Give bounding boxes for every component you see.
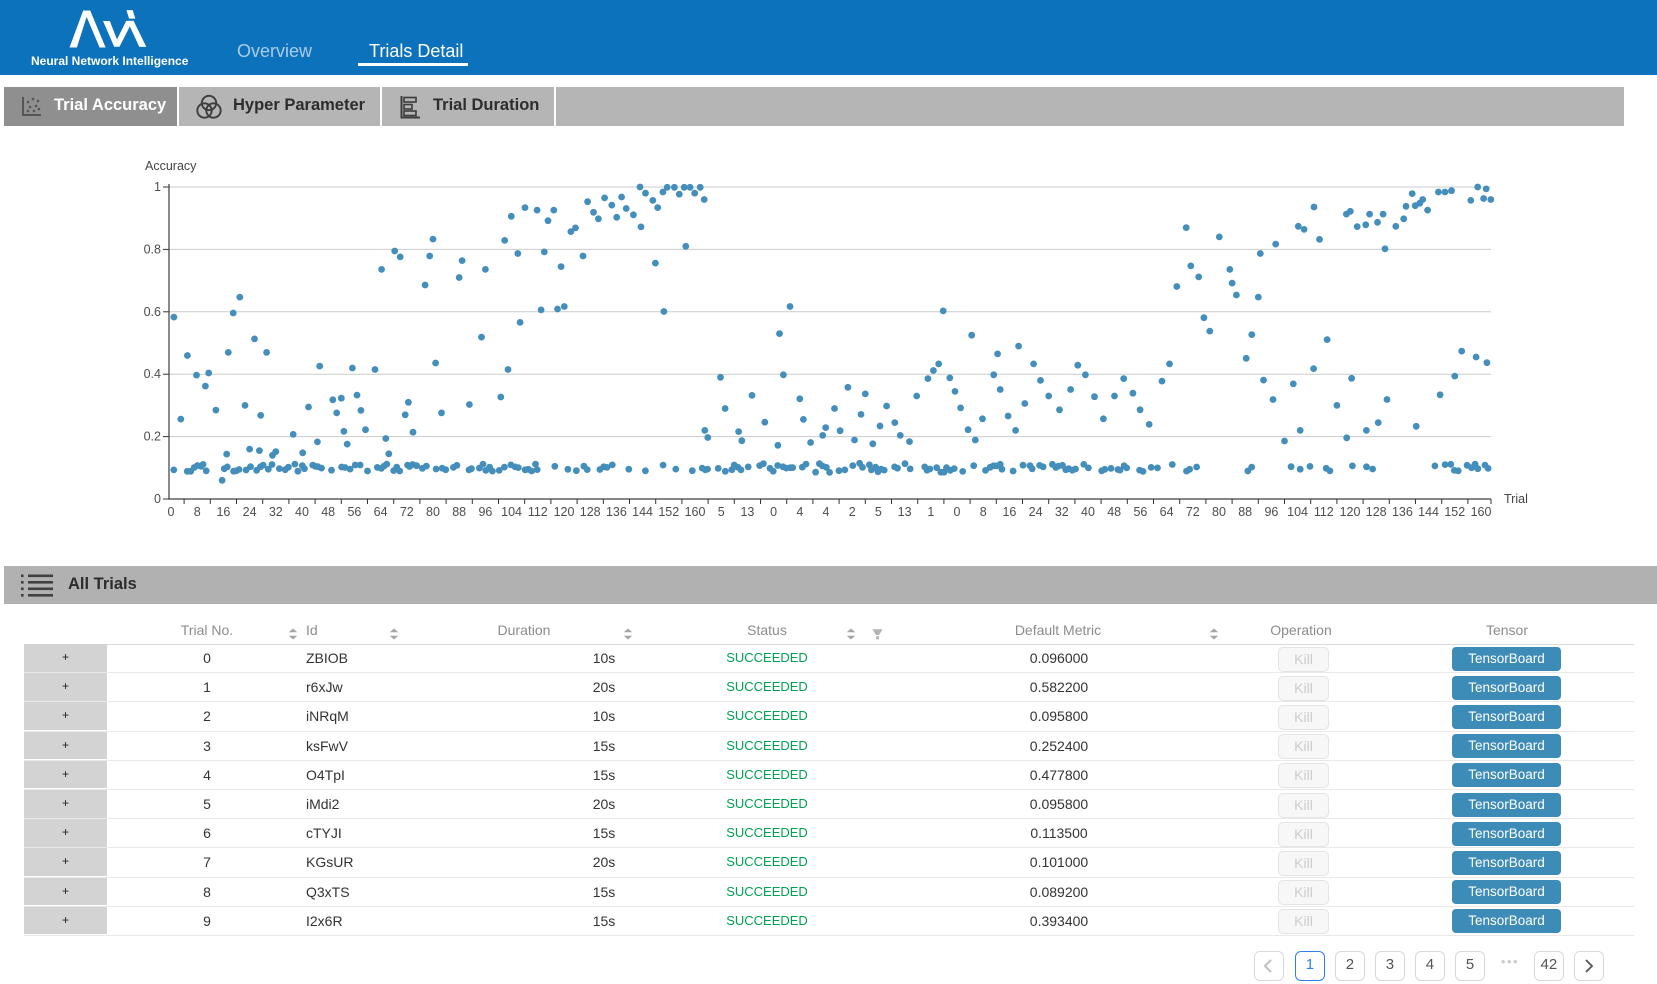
svg-text:96: 96 — [478, 505, 492, 519]
svg-text:0.4: 0.4 — [144, 367, 161, 381]
svg-text:80: 80 — [426, 505, 440, 519]
svg-text:40: 40 — [295, 505, 309, 519]
svg-text:5: 5 — [718, 505, 725, 519]
svg-text:120: 120 — [1340, 505, 1361, 519]
svg-text:0.8: 0.8 — [144, 242, 161, 256]
svg-text:96: 96 — [1264, 505, 1278, 519]
svg-text:0: 0 — [168, 505, 175, 519]
svg-text:88: 88 — [452, 505, 466, 519]
svg-text:56: 56 — [347, 505, 361, 519]
svg-text:112: 112 — [528, 505, 548, 519]
svg-text:104: 104 — [1287, 505, 1308, 519]
svg-text:80: 80 — [1212, 505, 1226, 519]
svg-text:152: 152 — [658, 505, 679, 519]
svg-text:16: 16 — [216, 505, 230, 519]
svg-text:0.2: 0.2 — [144, 430, 161, 444]
svg-text:0: 0 — [954, 505, 961, 519]
svg-text:64: 64 — [374, 505, 388, 519]
svg-text:104: 104 — [501, 505, 522, 519]
svg-text:144: 144 — [1418, 505, 1439, 519]
svg-text:120: 120 — [554, 505, 575, 519]
svg-text:112: 112 — [1314, 505, 1334, 519]
svg-text:8: 8 — [194, 505, 201, 519]
svg-text:136: 136 — [1392, 505, 1413, 519]
svg-text:88: 88 — [1238, 505, 1252, 519]
svg-text:13: 13 — [740, 505, 754, 519]
svg-text:Accuracy: Accuracy — [145, 159, 197, 173]
svg-text:160: 160 — [1471, 505, 1492, 519]
svg-text:16: 16 — [1002, 505, 1016, 519]
svg-text:4: 4 — [796, 505, 803, 519]
svg-text:160: 160 — [685, 505, 706, 519]
svg-text:0.6: 0.6 — [144, 305, 161, 319]
svg-text:144: 144 — [632, 505, 653, 519]
svg-text:128: 128 — [1366, 505, 1387, 519]
svg-text:0: 0 — [770, 505, 777, 519]
svg-text:152: 152 — [1444, 505, 1465, 519]
svg-text:8: 8 — [980, 505, 987, 519]
svg-text:2: 2 — [849, 505, 856, 519]
svg-text:5: 5 — [875, 505, 882, 519]
svg-text:1: 1 — [154, 180, 161, 194]
svg-text:4: 4 — [823, 505, 830, 519]
svg-text:64: 64 — [1160, 505, 1174, 519]
svg-text:48: 48 — [321, 505, 335, 519]
svg-text:24: 24 — [243, 505, 257, 519]
svg-text:32: 32 — [1055, 505, 1069, 519]
svg-text:24: 24 — [1029, 505, 1043, 519]
svg-text:32: 32 — [269, 505, 283, 519]
svg-text:128: 128 — [580, 505, 601, 519]
svg-text:Trial: Trial — [1504, 492, 1528, 506]
svg-text:72: 72 — [400, 505, 414, 519]
svg-text:48: 48 — [1107, 505, 1121, 519]
svg-text:136: 136 — [606, 505, 627, 519]
svg-text:56: 56 — [1133, 505, 1147, 519]
svg-text:1: 1 — [927, 505, 934, 519]
svg-text:72: 72 — [1186, 505, 1200, 519]
svg-text:13: 13 — [898, 505, 912, 519]
svg-text:40: 40 — [1081, 505, 1095, 519]
svg-text:0: 0 — [154, 492, 161, 506]
